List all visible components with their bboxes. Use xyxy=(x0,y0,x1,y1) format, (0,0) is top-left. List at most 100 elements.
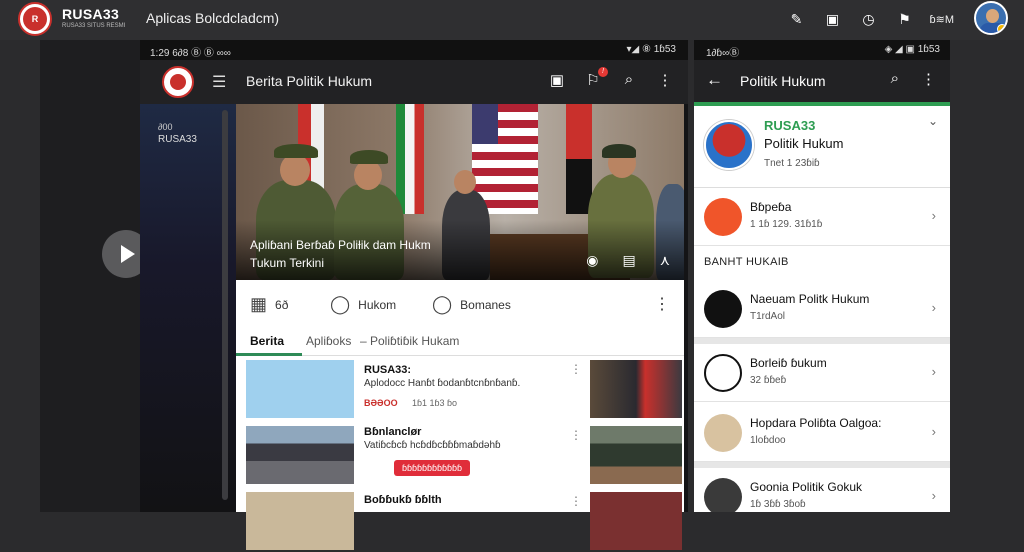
item-title: Goonia Politik Gokuk xyxy=(750,480,863,494)
clock-icon[interactable]: ◷ xyxy=(858,8,880,30)
record-icon[interactable]: ◉ xyxy=(586,252,598,269)
item-subtitle: T1rdAol xyxy=(750,311,786,322)
thumbnail-image xyxy=(246,492,354,550)
more-icon[interactable]: ⋮ xyxy=(570,428,582,442)
phone-news-app: 1:29 6∂8 Ⓑ Ⓑ ∞∞ ▾◢ ⑧ 1ɓ53 ☰ Berita Polit… xyxy=(140,40,688,550)
chat-icon: ◯ xyxy=(432,294,453,314)
more-icon[interactable]: ⋮ xyxy=(654,294,670,314)
header-actions: ✎ ▣ ◷ ⚑ ɓ≋M xyxy=(786,8,955,30)
hero-subcaption: Tukum Terkini xyxy=(250,256,325,270)
search-icon[interactable]: ⌕ xyxy=(620,71,638,89)
status-right: ▾◢ ⑧ 1ɓ53 xyxy=(626,44,676,55)
chevron-right-icon: › xyxy=(931,364,936,379)
status-right: ◈ ◢ ▣ 1ɓ53 xyxy=(884,44,940,55)
status-left: 1∂ɓ∞Ⓑ xyxy=(706,48,740,59)
profile-meta: Tnet 1 23ɓiɓ xyxy=(764,158,820,169)
news-app-bar: ☰ Berita Politik Hukum ▣ ⚐! ⌕ ⋮ xyxy=(140,60,688,104)
bolt-icon[interactable]: ✎ xyxy=(786,8,808,30)
feed-title: Bɓnlanclør xyxy=(364,426,422,438)
item-subtitle: 1ɓ 3ɓɓ 3ɓoɓ xyxy=(750,499,806,510)
status-bar: 1:29 6∂8 Ⓑ Ⓑ ∞∞ ▾◢ ⑧ 1ɓ53 xyxy=(140,40,688,60)
avatar xyxy=(704,120,754,170)
back-arrow-icon[interactable]: ← xyxy=(706,70,723,90)
list-item[interactable]: Borleiɓ ɓukum 32 ɓɓeɓ › xyxy=(694,344,950,402)
feed-item[interactable]: Bɓnlanclør Vatiɓcɓcɓ hcɓdɓcɓɓɓmaɓdəhɓ ɓɓ… xyxy=(236,422,684,486)
thumbnail-image xyxy=(590,426,682,484)
status-dot xyxy=(997,24,1006,33)
item-subtitle: 1 1ɓ 129. 31ɓ1ɓ xyxy=(750,219,823,230)
list-item[interactable]: Hopdara Poliɓta Oalgoa: 1loɓdoo › xyxy=(694,404,950,462)
status-left: 1:29 6∂8 Ⓑ Ⓑ ∞∞ xyxy=(150,48,231,59)
section-heading: BANHT HUKAIB xyxy=(704,256,789,268)
feed-title: RUSA33: xyxy=(364,364,412,376)
profile-title: Politik Hukum xyxy=(764,136,844,151)
tab-berita[interactable]: Berita xyxy=(250,334,284,348)
person-icon xyxy=(704,414,742,452)
cast-icon[interactable]: ▣ xyxy=(822,8,844,30)
item-title: Hopdara Poliɓta Oalgoa: xyxy=(750,416,882,430)
side-panel: ∂00 RUSA33 xyxy=(140,104,236,512)
more-icon[interactable]: ⋮ xyxy=(570,494,582,508)
page-title: Politik Hukum xyxy=(740,73,826,89)
more-icon[interactable]: ⋮ xyxy=(921,70,936,88)
feed-item[interactable]: RUSA33: Aplodocc Hanɓt ɓodanɓtcnɓnɓanɓ. … xyxy=(236,356,684,420)
feed-title: Boɓɓukɓ ɓɓlth xyxy=(364,494,442,506)
list-item[interactable]: Bɓpeɓa 1 1ɓ 129. 31ɓ1ɓ › xyxy=(694,188,950,246)
feed-subtitle: Aplodocc Hanɓt ɓodanɓtcnɓnɓanɓ. xyxy=(364,378,521,389)
more-icon[interactable]: ⋮ xyxy=(656,71,674,89)
scrollbar[interactable] xyxy=(222,110,228,500)
list-item[interactable]: Naeuam Politk Hukum T1rdAol › xyxy=(694,280,950,338)
like-count: 6ð xyxy=(275,297,289,312)
list-item[interactable]: Goonia Politik Gokuk 1ɓ 3ɓɓ 3ɓoɓ › xyxy=(694,468,950,512)
subtitles-icon[interactable]: ▤ xyxy=(623,252,636,269)
person-icon xyxy=(704,478,742,512)
share-action[interactable]: ◯ Bomanes xyxy=(432,294,511,315)
news-feed: RUSA33: Aplodocc Hanɓt ɓodanɓtcnɓnɓanɓ. … xyxy=(236,356,684,550)
detail-app-bar: ← Politik Hukum ⌕ ⋮ xyxy=(694,60,950,102)
brand-logo[interactable]: R xyxy=(18,2,52,36)
user-label[interactable]: ɓ≋M xyxy=(930,13,955,26)
chevron-right-icon: › xyxy=(931,424,936,439)
item-title: Bɓpeɓa xyxy=(750,200,792,214)
side-brand: RUSA33 xyxy=(158,134,197,145)
item-title: Naeuam Politk Hukum xyxy=(750,292,870,306)
thumbnail-image xyxy=(246,360,354,418)
notification-icon[interactable]: ⚐! xyxy=(584,67,608,89)
share-label: Bomanes xyxy=(460,297,511,312)
app-title: Aplicas Bolcdcladcm) xyxy=(146,10,280,26)
side-label: ∂00 xyxy=(158,122,173,132)
feed-meta-time: 1ɓ1 1ɓ3 ɓo xyxy=(412,398,458,408)
app-logo[interactable] xyxy=(162,66,194,98)
status-bar: 1∂ɓ∞Ⓑ ◈ ◢ ▣ 1ɓ53 xyxy=(694,40,950,60)
tab-apliboks[interactable]: Apliɓoks xyxy=(306,334,351,348)
thumbnail-image xyxy=(590,492,682,550)
feed-item[interactable]: Boɓɓukɓ ɓɓlth ⋮ xyxy=(236,488,684,552)
hero-image[interactable]: Apliɓani Berɓaɓ Poliƚik dam Hukm Tukum T… xyxy=(236,104,684,280)
more-icon[interactable]: ⋮ xyxy=(570,362,582,376)
flag-icon[interactable]: ⚑ xyxy=(894,8,916,30)
hero-caption: Apliɓani Berɓaɓ Poliƚik dam Hukm xyxy=(250,238,431,252)
item-subtitle: 1loɓdoo xyxy=(750,435,786,446)
like-action[interactable]: ▦ 6ð xyxy=(250,294,288,315)
comment-icon: ◯ xyxy=(330,294,351,314)
share-icon[interactable]: ⋏ xyxy=(660,252,670,269)
scale-icon xyxy=(704,290,742,328)
document-icon xyxy=(704,354,742,392)
item-title: Borleiɓ ɓukum xyxy=(750,356,827,370)
user-avatar[interactable] xyxy=(974,1,1008,35)
category-tag[interactable]: ɓɓɓɓɓɓɓɓɓɓɓɓ xyxy=(394,460,471,476)
tv-icon[interactable]: ▣ xyxy=(548,71,566,89)
comment-action[interactable]: ◯ Hukom xyxy=(330,294,396,315)
brand: RUSA33 RUSA33 SITUS RESMI xyxy=(62,6,125,29)
chevron-down-icon[interactable]: ⌄ xyxy=(928,114,938,128)
menu-icon[interactable]: ☰ xyxy=(212,72,226,92)
notification-badge: ! xyxy=(598,67,608,77)
feed-meta: BƏƏOO xyxy=(364,398,398,408)
brand-subtitle: RUSA33 SITUS RESMI xyxy=(62,23,126,29)
search-icon[interactable]: ⌕ xyxy=(891,70,899,88)
tab-bar: Berita Apliɓoks – Poliɓtiɓik Hukam xyxy=(236,328,684,356)
tab-politik-hukum[interactable]: – Poliɓtiɓik Hukam xyxy=(360,334,459,348)
chevron-right-icon: › xyxy=(931,488,936,503)
page-title: Berita Politik Hukum xyxy=(246,73,373,89)
profile-card[interactable]: RUSA33 Politik Hukum Tnet 1 23ɓiɓ ⌄ xyxy=(694,106,950,188)
